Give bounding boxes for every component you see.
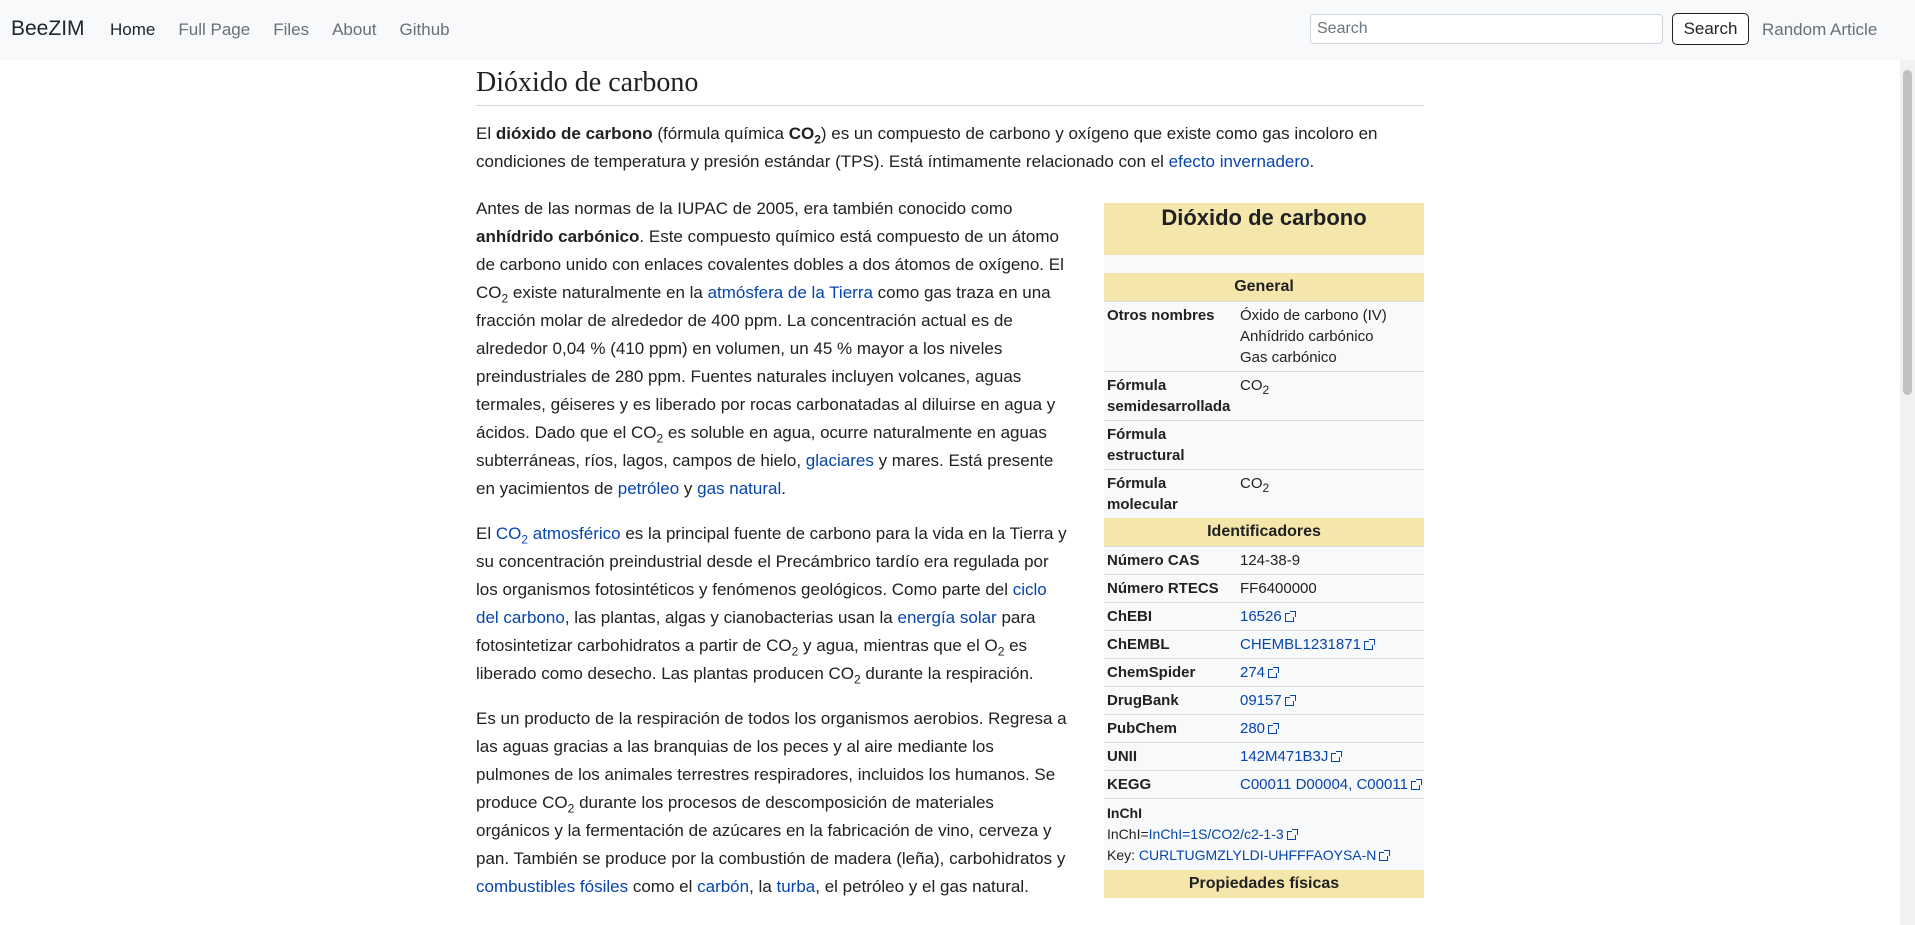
- navbar: BeeZIM Home Full Page Files About Github…: [0, 0, 1915, 60]
- external-link-icon: [1268, 667, 1280, 678]
- infobox-section-general: General: [1104, 273, 1424, 301]
- external-link-icon: [1410, 779, 1422, 790]
- intro-paragraph: El dióxido de carbono (fórmula química C…: [476, 124, 1378, 171]
- infobox-title: Dióxido de carbono: [1104, 203, 1424, 255]
- link-inchi[interactable]: InChI=1S/CO2/c2-1-3: [1149, 826, 1284, 842]
- external-link-icon: [1284, 611, 1296, 622]
- random-article-link[interactable]: Random Article: [1762, 20, 1877, 40]
- infobox-row: KEGG C00011 D00004, C00011: [1104, 770, 1424, 798]
- infobox-section-propiedades-fisicas: Propiedades físicas: [1104, 870, 1424, 898]
- infobox-row: DrugBank 09157: [1104, 686, 1424, 714]
- link-carbon[interactable]: carbón: [697, 877, 749, 896]
- infobox-inchi: InChI InChI=InChI=1S/CO2/c2-1-3 Key: CUR…: [1104, 798, 1424, 870]
- link-kegg[interactable]: C00011 D00004, C00011: [1240, 776, 1408, 793]
- infobox-row: ChEBI 16526: [1104, 602, 1424, 630]
- link-glaciares[interactable]: glaciares: [806, 451, 874, 470]
- paragraph-1: Antes de las normas de la IUPAC de 2005,…: [476, 199, 1064, 498]
- link-atmosfera[interactable]: atmósfera de la Tierra: [708, 283, 873, 302]
- infobox-row: Número CAS 124-38-9: [1104, 546, 1424, 574]
- scrollbar[interactable]: [1900, 60, 1915, 925]
- nav-github[interactable]: Github: [400, 20, 450, 40]
- infobox-row: ChemSpider 274: [1104, 658, 1424, 686]
- infobox-row: Número RTECS FF6400000: [1104, 574, 1424, 602]
- link-chebi[interactable]: 16526: [1240, 608, 1282, 625]
- link-efecto-invernadero[interactable]: efecto invernadero: [1169, 152, 1310, 171]
- link-co2-atmosferico[interactable]: CO2 atmosférico: [496, 524, 621, 545]
- link-inchi-key[interactable]: CURLTUGMZLYLDI-UHFFFAOYSA-N: [1139, 847, 1377, 863]
- page-title: Dióxido de carbono: [476, 67, 1424, 106]
- link-pubchem[interactable]: 280: [1240, 720, 1265, 737]
- link-turba[interactable]: turba: [777, 877, 816, 896]
- infobox-row: ChEMBL CHEMBL1231871: [1104, 630, 1424, 658]
- infobox-row: Fórmula molecular CO2: [1104, 469, 1424, 518]
- infobox-row: Fórmula semidesarrollada CO2: [1104, 371, 1424, 420]
- infobox-row: Otros nombres Óxido de carbono (IV) Anhíd…: [1104, 301, 1424, 371]
- external-link-icon: [1284, 695, 1296, 706]
- link-chembl[interactable]: CHEMBL1231871: [1240, 636, 1361, 653]
- external-link-icon: [1268, 723, 1280, 734]
- infobox-row: PubChem 280: [1104, 714, 1424, 742]
- infobox-section-identificadores: Identificadores: [1104, 518, 1424, 546]
- link-energia-solar[interactable]: energía solar: [897, 608, 996, 627]
- infobox: Dióxido de carbono General Otros nombres…: [1104, 203, 1424, 898]
- paragraph-2: El CO2 atmosférico es la principal fuent…: [476, 524, 1067, 687]
- infobox-row: Fórmula estructural: [1104, 420, 1424, 469]
- external-link-icon: [1363, 639, 1375, 650]
- external-link-icon: [1286, 829, 1298, 840]
- paragraph-3: Es un producto de la respiración de todo…: [476, 709, 1067, 896]
- link-petroleo[interactable]: petróleo: [618, 479, 679, 498]
- scrollbar-thumb[interactable]: [1903, 70, 1912, 395]
- link-gas-natural[interactable]: gas natural: [697, 479, 781, 498]
- nav-files[interactable]: Files: [273, 20, 309, 40]
- article-body: Antes de las normas de la IUPAC de 2005,…: [476, 195, 1070, 918]
- link-combustibles-fosiles[interactable]: combustibles fósiles: [476, 877, 628, 896]
- link-drugbank[interactable]: 09157: [1240, 692, 1282, 709]
- external-link-icon: [1331, 751, 1343, 762]
- nav-full-page[interactable]: Full Page: [178, 20, 250, 40]
- nav-home[interactable]: Home: [110, 20, 155, 40]
- nav-about[interactable]: About: [332, 20, 376, 40]
- nav-links: Home Full Page Files About Github: [110, 20, 473, 40]
- search-input[interactable]: [1310, 14, 1663, 44]
- infobox-image-area: [1104, 255, 1424, 273]
- search-button[interactable]: Search: [1672, 13, 1749, 45]
- infobox-row: UNII 142M471B3J: [1104, 742, 1424, 770]
- brand-logo[interactable]: BeeZIM: [11, 17, 85, 41]
- link-chemspider[interactable]: 274: [1240, 664, 1265, 681]
- external-link-icon: [1379, 850, 1391, 861]
- link-unii[interactable]: 142M471B3J: [1240, 748, 1328, 765]
